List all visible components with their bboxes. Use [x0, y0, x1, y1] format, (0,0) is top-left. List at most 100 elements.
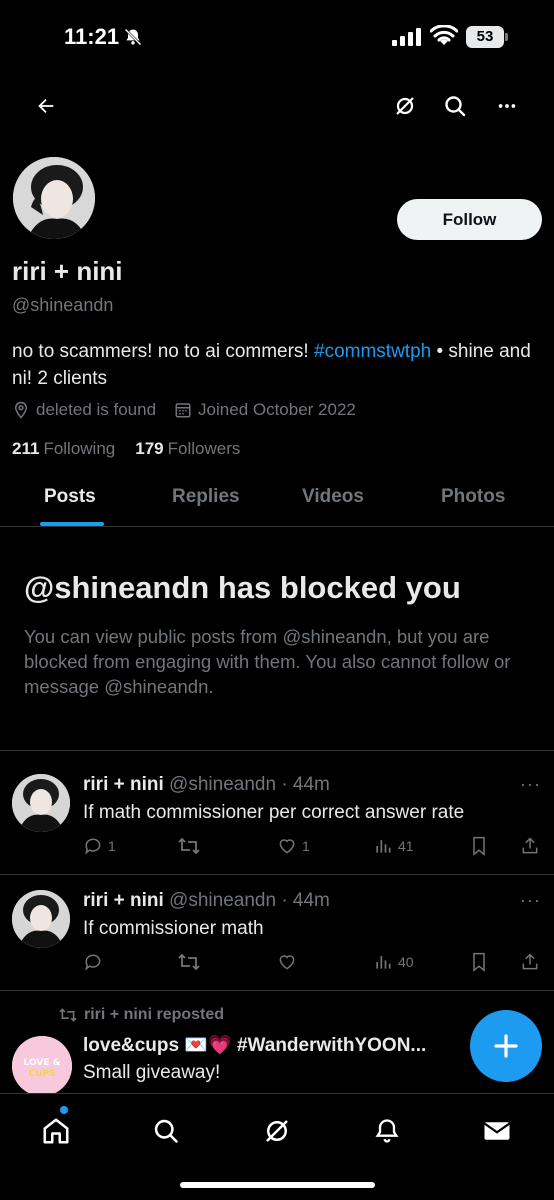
views-icon — [376, 956, 391, 969]
bell-off-icon — [123, 27, 143, 52]
followers-link[interactable]: 179 Followers — [135, 439, 240, 459]
avatar-logo-text: CUPS — [29, 1069, 56, 1079]
following-count: 211 — [12, 439, 40, 458]
tab-photos[interactable]: Photos — [441, 486, 505, 508]
joined-text: Joined October 2022 — [198, 400, 356, 419]
nav-messages[interactable] — [480, 1114, 514, 1148]
reply-button[interactable] — [83, 952, 108, 972]
divider — [0, 874, 554, 875]
share-button[interactable] — [520, 952, 540, 972]
signal-icon — [392, 28, 422, 51]
post-handle-time: @shineandn · 44m — [163, 890, 330, 911]
like-count: 1 — [302, 838, 310, 854]
blocked-title: @shineandn has blocked you — [24, 570, 461, 605]
like-button[interactable]: 1 — [277, 836, 310, 856]
repost-icon — [59, 1008, 77, 1022]
following-link[interactable]: 211 Following — [12, 439, 115, 459]
nav-search[interactable] — [149, 1114, 183, 1148]
post-header: riri + nini @shineandn · 44m — [83, 890, 330, 912]
views-button[interactable]: 41 — [373, 836, 414, 856]
post-avatar[interactable] — [12, 774, 70, 832]
calendar-icon — [175, 403, 191, 418]
post-author-name[interactable]: love&cups 💌💗 #WanderwithYOON... — [83, 1033, 426, 1057]
reply-icon — [85, 838, 101, 855]
search-icon — [445, 96, 466, 117]
bookmark-icon — [473, 952, 485, 972]
avatar-logo-text: LOVE & — [24, 1058, 61, 1068]
views-count: 41 — [398, 838, 414, 854]
heart-icon — [279, 955, 295, 970]
share-icon — [522, 953, 538, 970]
search-icon — [154, 1119, 178, 1143]
profile-stats: 211 Following 179 Followers — [12, 439, 240, 459]
repost-button[interactable] — [177, 836, 206, 856]
tab-active-indicator — [40, 522, 104, 526]
repost-indicator: riri + nini reposted — [58, 1006, 224, 1024]
back-button[interactable] — [28, 88, 64, 124]
views-count: 40 — [398, 954, 414, 970]
share-icon — [522, 837, 538, 854]
grok-icon — [396, 97, 414, 115]
notifications-icon — [375, 1119, 399, 1143]
display-name: riri + nini — [12, 256, 123, 286]
location-pin-icon — [14, 401, 28, 419]
followers-label: Followers — [167, 439, 241, 458]
views-icon — [376, 840, 391, 853]
repost-label: riri + nini reposted — [84, 1006, 225, 1023]
post-item[interactable]: riri + nini @shineandn · 44m ··· If comm… — [0, 876, 554, 991]
compose-button[interactable] — [470, 1010, 542, 1082]
home-icon — [43, 1118, 69, 1144]
joined-item: Joined October 2022 — [174, 400, 356, 420]
divider — [0, 750, 554, 751]
post-more-button[interactable]: ··· — [520, 774, 541, 795]
post-handle-time: @shineandn · 44m — [163, 774, 330, 795]
reply-count: 1 — [108, 838, 116, 854]
home-indicator — [180, 1182, 375, 1188]
profile-tabs: Posts Replies Videos Photos — [0, 470, 554, 527]
post-more-button[interactable]: ··· — [520, 890, 541, 911]
tab-posts[interactable]: Posts — [44, 486, 96, 508]
post-avatar[interactable]: LOVE & CUPS — [12, 1036, 72, 1096]
bio-hashtag-link[interactable]: #commstwtph — [314, 341, 431, 362]
post-text: If math commissioner per correct answer … — [83, 802, 465, 823]
post-item[interactable]: riri + nini @shineandn · 44m ··· If math… — [0, 760, 554, 875]
views-button[interactable]: 40 — [373, 952, 414, 972]
battery-indicator: 53 — [466, 26, 504, 48]
following-label: Following — [43, 439, 116, 458]
more-horizontal-icon — [498, 104, 516, 108]
more-button[interactable] — [489, 88, 525, 124]
nav-grok[interactable] — [260, 1114, 294, 1148]
repost-button[interactable] — [177, 952, 206, 972]
bookmark-button[interactable] — [470, 836, 488, 856]
post-avatar[interactable] — [12, 890, 70, 948]
search-button[interactable] — [437, 88, 473, 124]
repost-icon — [178, 837, 200, 855]
tab-videos[interactable]: Videos — [302, 486, 364, 508]
status-time: 11:21 — [64, 24, 120, 49]
post-author-name[interactable]: riri + nini — [83, 890, 164, 911]
wifi-icon — [429, 24, 459, 52]
reply-button[interactable]: 1 — [83, 836, 116, 856]
tab-replies[interactable]: Replies — [172, 486, 240, 508]
heart-icon — [279, 839, 295, 854]
blocked-description: You can view public posts from @shineand… — [24, 626, 511, 697]
nav-home[interactable] — [39, 1114, 73, 1148]
profile-avatar[interactable] — [10, 154, 98, 242]
bio-text: no to scammers! no to ai commers! — [12, 341, 314, 362]
profile-handle: @shineandn — [12, 295, 114, 315]
reply-icon — [85, 954, 101, 971]
share-button[interactable] — [520, 836, 540, 856]
profile-meta: deleted is found Joined October 2022 — [12, 400, 374, 420]
profile-bio: no to scammers! no to ai commers! #comms… — [12, 338, 547, 392]
grok-button[interactable] — [387, 88, 423, 124]
followers-count: 179 — [135, 439, 164, 458]
like-button[interactable] — [277, 952, 302, 972]
nav-notifications[interactable] — [370, 1114, 404, 1148]
plus-icon — [494, 1034, 518, 1058]
post-author-name[interactable]: riri + nini — [83, 774, 164, 795]
arrow-left-icon — [38, 98, 54, 114]
follow-button[interactable]: Follow — [397, 199, 542, 240]
post-text: Small giveaway! — [83, 1062, 221, 1083]
repost-icon — [178, 953, 200, 971]
bookmark-button[interactable] — [470, 952, 488, 972]
